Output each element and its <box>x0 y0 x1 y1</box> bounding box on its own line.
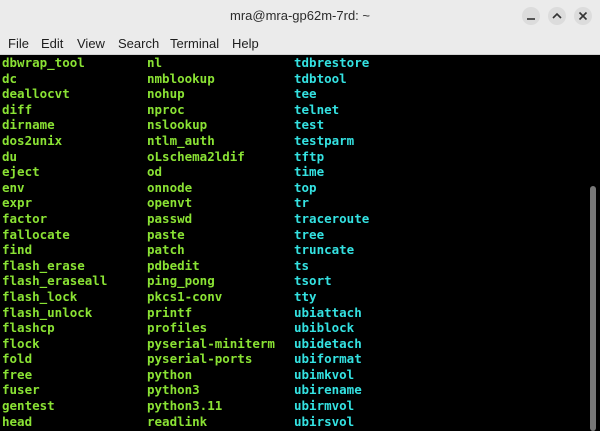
listing-entry: pkcs1-conv <box>147 288 223 304</box>
listing-entry: test <box>294 117 325 133</box>
listing-entry: ntlm_auth <box>147 132 215 148</box>
listing-entry: du <box>2 148 18 164</box>
listing-entry: ubirsvol <box>294 413 355 429</box>
listing-entry: flock <box>2 335 40 351</box>
listing-entry: ping_pong <box>147 273 215 289</box>
listing-entry: head <box>2 413 33 429</box>
listing-entry: openvt <box>147 195 193 211</box>
listing-entry: passwd <box>147 210 193 226</box>
listing-entry: flash_erase <box>2 257 85 273</box>
listing-entry: tree <box>294 226 325 242</box>
listing-entry: flash_eraseall <box>2 273 108 289</box>
listing-entry: flash_unlock <box>2 304 93 320</box>
listing-column-1: dbwrap_tool dc deallocvt diff dirname dos2uni… <box>2 55 107 429</box>
listing-entry: ubirmvol <box>294 398 355 414</box>
menu-bar: File Edit View Search Terminal Help <box>0 32 600 55</box>
maximize-button[interactable] <box>548 7 566 25</box>
listing-entry: tdbtool <box>294 70 347 86</box>
listing-entry: tsort <box>294 273 332 289</box>
listing-entry: top <box>294 179 317 195</box>
listing-entry: diff <box>2 101 33 117</box>
listing-entry: time <box>294 164 325 180</box>
listing-entry: nl <box>147 55 163 70</box>
listing-entry: nmblookup <box>147 70 215 86</box>
listing-entry: testparm <box>294 132 355 148</box>
listing-entry: tty <box>294 288 317 304</box>
listing-entry: python3 <box>147 382 200 398</box>
listing-entry: fuser <box>2 382 40 398</box>
listing-entry: printf <box>147 304 193 320</box>
listing-entry: ts <box>294 257 310 273</box>
listing-entry: env <box>2 179 25 195</box>
listing-entry: pyserial-miniterm <box>147 335 275 351</box>
menu-terminal[interactable]: Terminal <box>170 36 219 51</box>
listing-entry: telnet <box>294 101 340 117</box>
listing-entry: gentest <box>2 398 55 414</box>
listing-entry: readlink <box>147 413 208 429</box>
maximize-icon <box>552 12 562 19</box>
listing-entry: tee <box>294 86 317 102</box>
listing-entry: deallocvt <box>2 86 70 102</box>
listing-entry: flash_lock <box>2 288 78 304</box>
listing-entry: eject <box>2 164 40 180</box>
listing-entry: python3.11 <box>147 398 223 414</box>
listing-entry: tr <box>294 195 310 211</box>
listing-column-3: tdbrestore tdbtool tee telnet test testparm tf… <box>294 55 369 429</box>
close-icon <box>578 11 588 21</box>
listing-entry: onnode <box>147 179 193 195</box>
minimize-button[interactable] <box>522 7 540 25</box>
listing-entry: profiles <box>147 320 208 336</box>
scrollbar-thumb[interactable] <box>590 186 596 431</box>
listing-entry: free <box>2 366 33 382</box>
listing-entry: fold <box>2 351 33 367</box>
listing-entry: nohup <box>147 86 185 102</box>
menu-view[interactable]: View <box>77 36 105 51</box>
listing-entry: dbwrap_tool <box>2 55 85 70</box>
scrollbar[interactable] <box>586 55 600 431</box>
listing-entry: ubirename <box>294 382 362 398</box>
terminal-window: mra@mra-gp62m-7rd: ~ File Edit View Sear… <box>0 0 600 431</box>
listing-column-2: nl nmblookup nohup nproc nslookup ntlm_auth oL… <box>147 55 275 429</box>
listing-entry: nproc <box>147 101 185 117</box>
listing-entry: od <box>147 164 163 180</box>
listing-entry: paste <box>147 226 185 242</box>
listing-entry: traceroute <box>294 210 370 226</box>
menu-file[interactable]: File <box>8 36 29 51</box>
minimize-icon <box>527 18 535 20</box>
listing-entry: dc <box>2 70 18 86</box>
listing-entry: tdbrestore <box>294 55 370 70</box>
listing-entry: ubidetach <box>294 335 362 351</box>
window-title: mra@mra-gp62m-7rd: ~ <box>230 8 370 23</box>
listing-entry: dirname <box>2 117 55 133</box>
listing-entry: find <box>2 242 33 258</box>
listing-entry: truncate <box>294 242 355 258</box>
listing-entry: dos2unix <box>2 132 63 148</box>
listing-entry: python <box>147 366 193 382</box>
listing-entry: ubiblock <box>294 320 355 336</box>
close-button[interactable] <box>574 7 592 25</box>
listing-entry: patch <box>147 242 185 258</box>
listing-entry: fallocate <box>2 226 70 242</box>
menu-help[interactable]: Help <box>232 36 259 51</box>
listing-entry: pyserial-ports <box>147 351 253 367</box>
terminal-output[interactable]: dbwrap_tool dc deallocvt diff dirname dos2uni… <box>0 55 586 431</box>
listing-entry: tftp <box>294 148 325 164</box>
listing-entry: flashcp <box>2 320 55 336</box>
listing-entry: nslookup <box>147 117 208 133</box>
title-bar[interactable]: mra@mra-gp62m-7rd: ~ <box>0 0 600 32</box>
listing-entry: ubiformat <box>294 351 362 367</box>
listing-entry: oLschema2ldif <box>147 148 245 164</box>
listing-entry: pdbedit <box>147 257 200 273</box>
listing-entry: ubimkvol <box>294 366 355 382</box>
listing-entry: factor <box>2 210 48 226</box>
listing-entry: expr <box>2 195 33 211</box>
menu-edit[interactable]: Edit <box>41 36 63 51</box>
menu-search[interactable]: Search <box>118 36 159 51</box>
listing-entry: ubiattach <box>294 304 362 320</box>
